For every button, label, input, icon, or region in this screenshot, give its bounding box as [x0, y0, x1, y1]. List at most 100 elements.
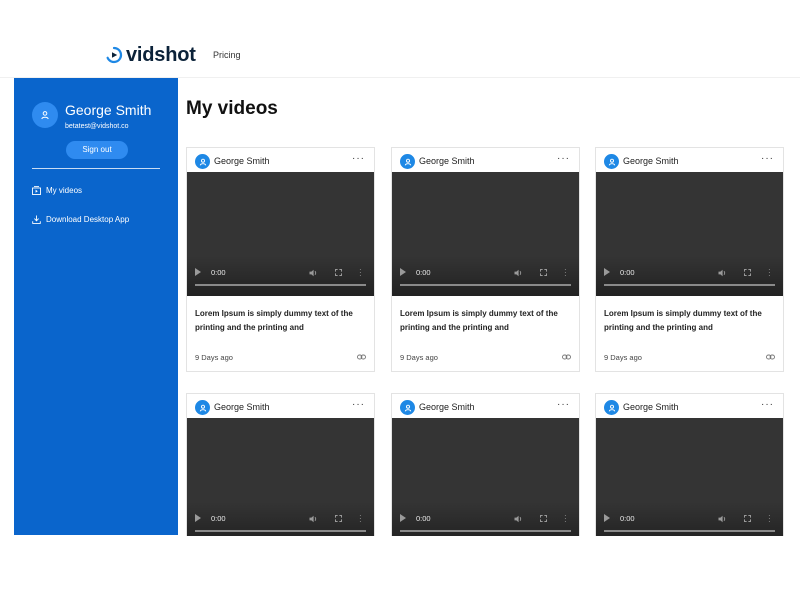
fullscreen-icon[interactable]: [540, 515, 547, 522]
more-options-icon[interactable]: ···: [761, 153, 774, 164]
user-email: betatest@vidshot.co: [65, 123, 129, 130]
more-options-icon[interactable]: ···: [557, 153, 570, 164]
card-author: George Smith: [419, 402, 475, 412]
video-menu-icon[interactable]: · · ·: [359, 266, 362, 280]
video-card: George Smith ··· 0:00 · · ·: [595, 393, 784, 536]
user-icon: [199, 158, 206, 166]
video-time: 0:00: [416, 268, 431, 277]
video-progress-track[interactable]: [195, 530, 366, 532]
avatar[interactable]: [195, 154, 210, 169]
card-description: Lorem Ipsum is simply dummy text of the …: [604, 309, 762, 332]
video-player[interactable]: 0:00 · · ·: [596, 172, 783, 296]
video-menu-icon[interactable]: · · ·: [768, 512, 771, 526]
play-icon[interactable]: [195, 514, 201, 522]
video-menu-icon[interactable]: · · ·: [359, 512, 362, 526]
volume-icon[interactable]: [718, 269, 727, 277]
video-time: 0:00: [211, 514, 226, 523]
volume-icon[interactable]: [309, 269, 318, 277]
card-body: Lorem Ipsum is simply dummy text of the …: [187, 296, 374, 371]
fullscreen-icon[interactable]: [744, 515, 751, 522]
video-time: 0:00: [620, 514, 635, 523]
card-body: Lorem Ipsum is simply dummy text of the …: [596, 296, 783, 371]
fullscreen-icon[interactable]: [744, 269, 751, 276]
video-menu-icon[interactable]: · · ·: [564, 266, 567, 280]
logo-text: vidshot: [126, 44, 196, 66]
video-card: George Smith ··· 0:00 · · ·: [391, 393, 580, 536]
page-title: My videos: [186, 98, 278, 119]
play-icon[interactable]: [604, 514, 610, 522]
video-time: 0:00: [620, 268, 635, 277]
play-icon[interactable]: [400, 514, 406, 522]
card-author: George Smith: [623, 156, 679, 166]
user-icon: [608, 158, 615, 166]
video-card: George Smith ··· 0:00 · · ·: [186, 393, 375, 536]
more-options-icon[interactable]: ···: [352, 399, 365, 410]
vidshot-logo-icon: [106, 46, 123, 64]
card-header: George Smith ···: [596, 394, 783, 418]
user-icon: [608, 404, 615, 412]
video-card: George Smith ··· 0:00 · · · Lorem Ipsum is…: [595, 147, 784, 372]
fullscreen-icon[interactable]: [335, 269, 342, 276]
vidshot-logo[interactable]: vidshot: [105, 43, 196, 67]
user-icon: [41, 111, 49, 120]
play-icon[interactable]: [195, 268, 201, 276]
fullscreen-icon[interactable]: [540, 269, 547, 276]
video-player[interactable]: 0:00 · · ·: [392, 418, 579, 536]
top-navigation-bar: vidshot Pricing: [0, 0, 800, 78]
sidebar-item-my-videos[interactable]: My videos: [32, 183, 82, 197]
nav-link-pricing[interactable]: Pricing: [213, 50, 241, 60]
video-time: 0:00: [416, 514, 431, 523]
avatar[interactable]: [400, 400, 415, 415]
volume-icon[interactable]: [514, 515, 523, 523]
video-progress-track[interactable]: [400, 530, 571, 532]
user-icon: [199, 404, 206, 412]
user-name: George Smith: [65, 102, 152, 118]
user-icon: [404, 158, 411, 166]
link-icon[interactable]: [562, 354, 571, 360]
video-card: George Smith ··· 0:00 · · · Lorem Ipsum is…: [186, 147, 375, 372]
card-author: George Smith: [623, 402, 679, 412]
card-header: George Smith ···: [187, 394, 374, 418]
play-icon[interactable]: [604, 268, 610, 276]
volume-icon[interactable]: [309, 515, 318, 523]
download-icon: [32, 215, 41, 224]
avatar[interactable]: [195, 400, 210, 415]
play-icon[interactable]: [400, 268, 406, 276]
video-menu-icon[interactable]: · · ·: [564, 512, 567, 526]
card-header: George Smith ···: [392, 394, 579, 418]
video-progress-track[interactable]: [400, 284, 571, 286]
card-header: George Smith ···: [392, 148, 579, 172]
video-menu-icon[interactable]: · · ·: [768, 266, 771, 280]
video-player[interactable]: 0:00 · · ·: [187, 418, 374, 536]
sidebar-item-label: My videos: [46, 185, 83, 195]
avatar[interactable]: [32, 102, 58, 128]
avatar[interactable]: [400, 154, 415, 169]
video-progress-track[interactable]: [604, 530, 775, 532]
fullscreen-icon[interactable]: [335, 515, 342, 522]
sign-out-button[interactable]: Sign out: [66, 141, 128, 159]
video-player[interactable]: 0:00 · · ·: [187, 172, 374, 296]
card-date: 9 Days ago: [195, 353, 233, 362]
video-player[interactable]: 0:00 · · ·: [392, 172, 579, 296]
card-description: Lorem Ipsum is simply dummy text of the …: [400, 309, 558, 332]
more-options-icon[interactable]: ···: [557, 399, 570, 410]
user-icon: [404, 404, 411, 412]
more-options-icon[interactable]: ···: [352, 153, 365, 164]
avatar[interactable]: [604, 400, 619, 415]
video-player[interactable]: 0:00 · · ·: [596, 418, 783, 536]
more-options-icon[interactable]: ···: [761, 399, 774, 410]
volume-icon[interactable]: [514, 269, 523, 277]
video-progress-track[interactable]: [604, 284, 775, 286]
card-header: George Smith ···: [187, 148, 374, 172]
video-progress-track[interactable]: [195, 284, 366, 286]
link-icon[interactable]: [357, 354, 366, 360]
card-date: 9 Days ago: [400, 353, 438, 362]
sidebar-item-download-desktop-app[interactable]: Download Desktop App: [32, 212, 129, 226]
avatar[interactable]: [604, 154, 619, 169]
link-icon[interactable]: [766, 354, 775, 360]
card-body: Lorem Ipsum is simply dummy text of the …: [392, 296, 579, 371]
video-card: George Smith ··· 0:00 · · · Lorem Ipsum is…: [391, 147, 580, 372]
card-date: 9 Days ago: [604, 353, 642, 362]
volume-icon[interactable]: [718, 515, 727, 523]
sidebar-divider: [32, 168, 160, 169]
